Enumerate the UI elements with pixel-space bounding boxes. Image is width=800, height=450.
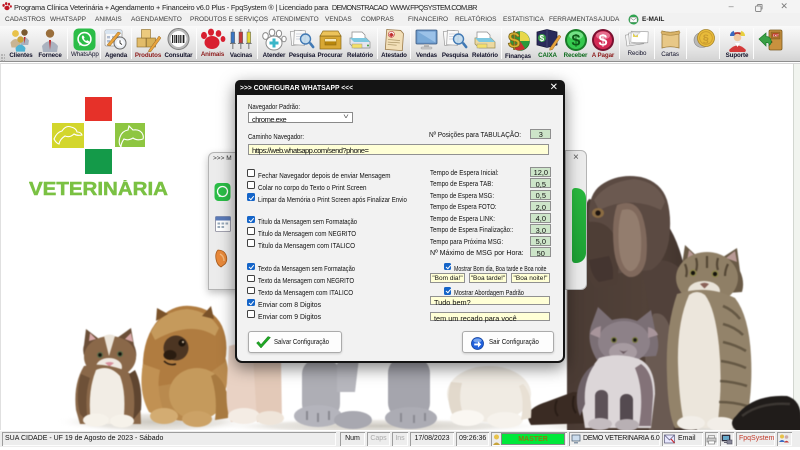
svg-text:$: $ (540, 34, 545, 43)
svg-text:VETERINÁRIA: VETERINÁRIA (29, 180, 168, 198)
svg-text:§: § (703, 33, 709, 45)
svg-text:$: $ (571, 33, 580, 50)
svg-text:$: $ (599, 33, 608, 50)
svg-text:$: $ (508, 28, 520, 53)
svg-text:EXIT: EXIT (773, 33, 779, 37)
